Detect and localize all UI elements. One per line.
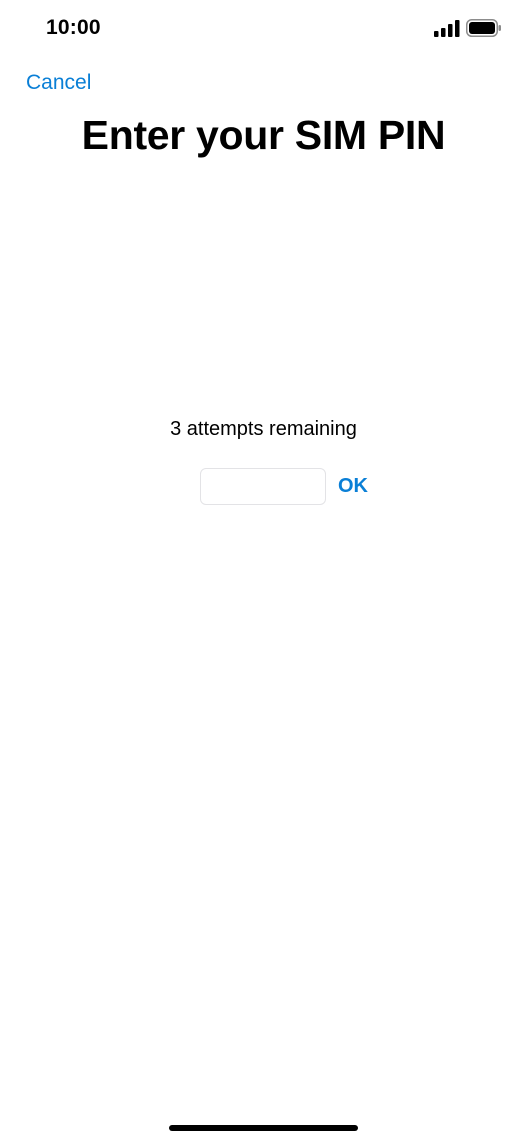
cancel-button[interactable]: Cancel <box>26 71 91 95</box>
sim-pin-input[interactable] <box>200 468 326 505</box>
attempts-remaining-text: 3 attempts remaining <box>170 418 357 440</box>
battery-full-icon <box>466 19 501 37</box>
page-title: Enter your SIM PIN <box>81 112 446 158</box>
ok-button[interactable]: OK <box>338 475 368 498</box>
status-bar: 10:00 <box>0 0 527 58</box>
status-time: 10:00 <box>46 16 101 39</box>
cellular-signal-icon <box>434 20 460 37</box>
home-indicator[interactable] <box>169 1125 358 1131</box>
